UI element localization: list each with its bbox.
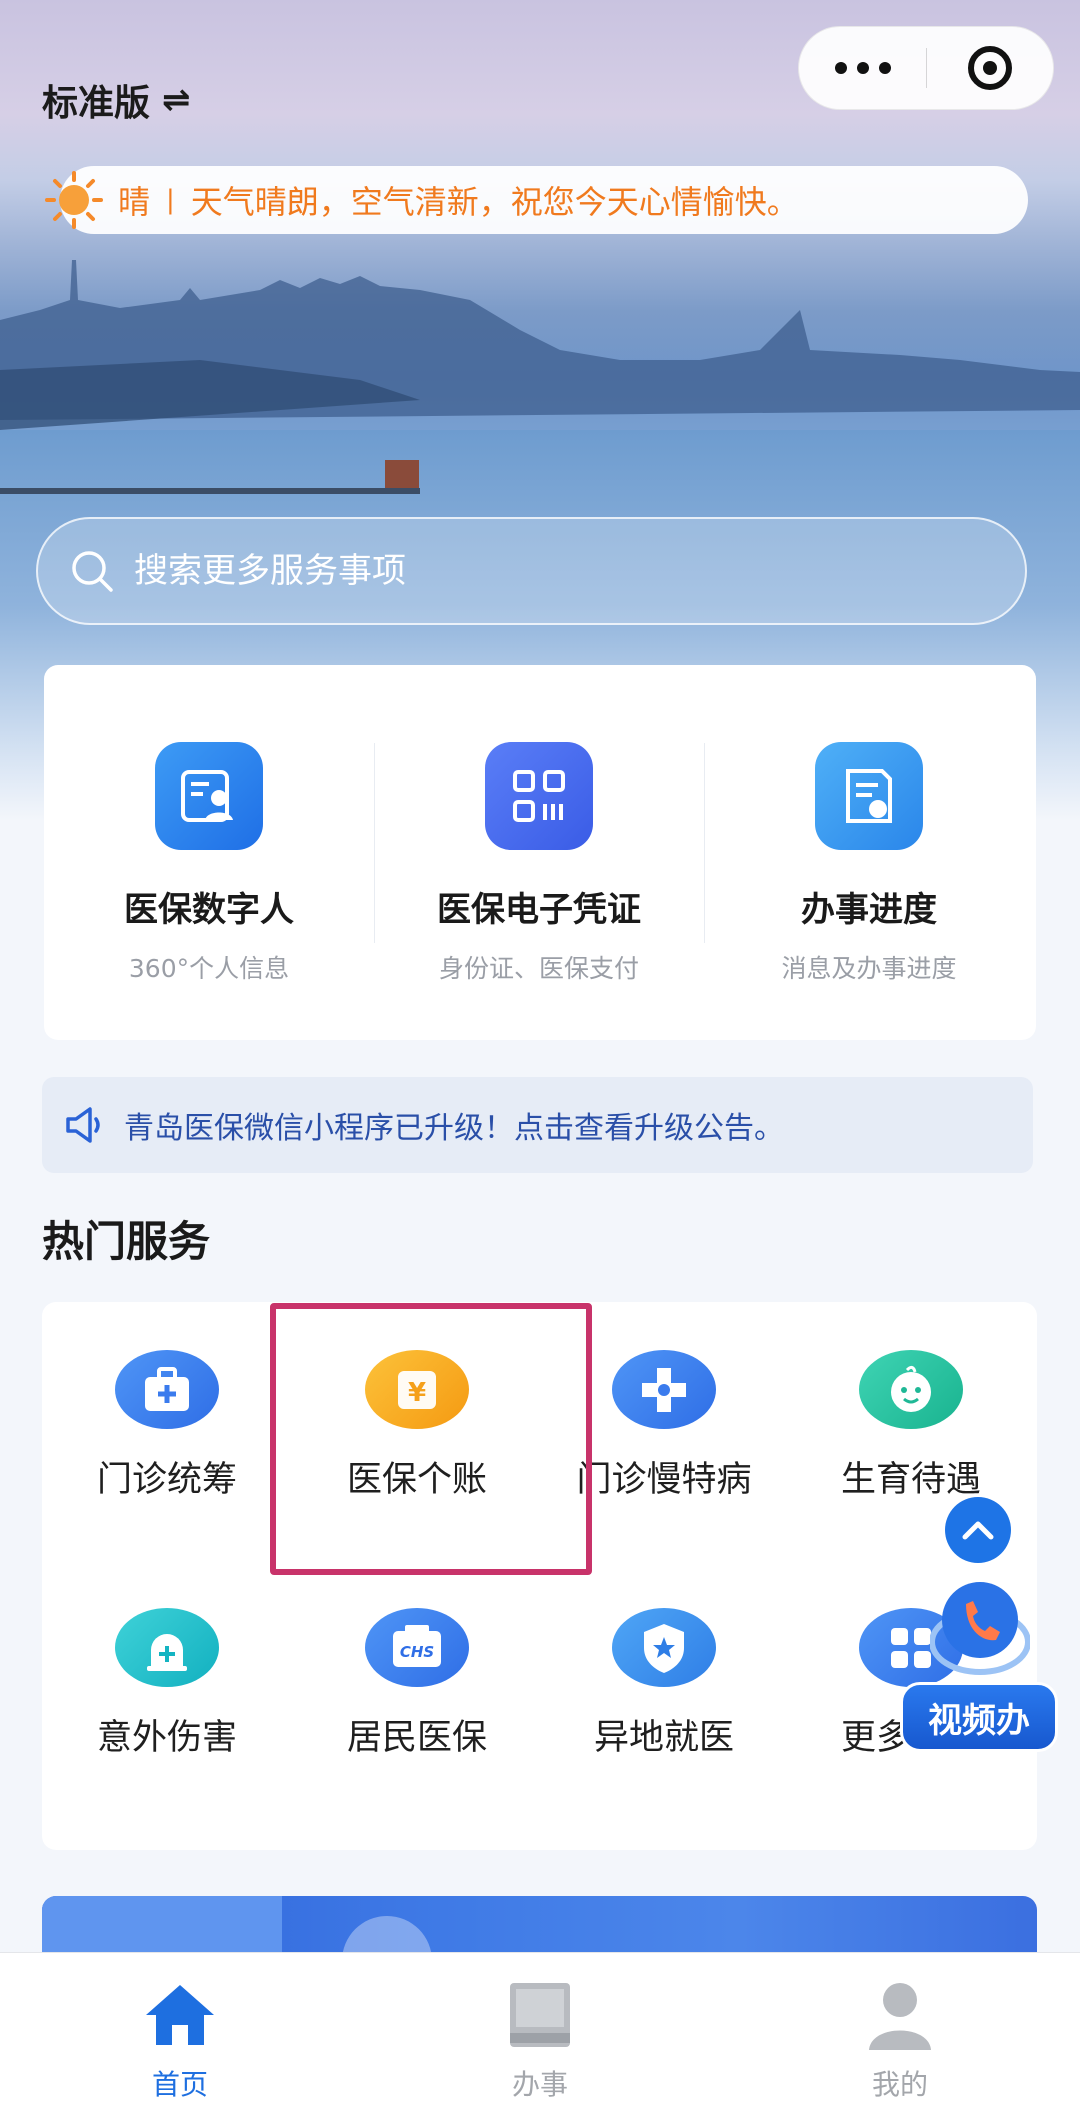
upgrade-notice[interactable]: 青岛医保微信小程序已升级！点击查看升级公告。	[42, 1077, 1033, 1173]
service-accident-injury[interactable]: 意外伤害	[42, 1560, 292, 1760]
highlight-frame	[270, 1303, 592, 1575]
bottom-tab-bar: 首页 办事 我的	[0, 1952, 1080, 2117]
alarm-plus-icon	[115, 1608, 219, 1687]
tab-affairs[interactable]: 办事	[360, 1953, 720, 2117]
service-label: 居民医保	[346, 1718, 487, 1758]
service-label: 门诊统筹	[96, 1460, 237, 1500]
service-maternity[interactable]: 生育待遇	[786, 1302, 1036, 1502]
service-resident-insurance[interactable]: CHS 居民医保	[292, 1560, 542, 1760]
weather-condition: 晴	[118, 183, 151, 221]
service-label: 意外伤害	[96, 1718, 237, 1758]
quick-services-card: 医保数字人 360°个人信息 医保电子凭证 身份证、医保支付 办事进度 消息及办…	[44, 665, 1036, 1040]
search-bar[interactable]	[36, 517, 1027, 625]
video-service-button[interactable]: 视频办	[900, 1570, 1058, 1760]
miniprogram-capsule	[798, 26, 1054, 110]
more-menu-button[interactable]	[799, 62, 926, 74]
service-label: 生育待遇	[840, 1460, 981, 1500]
service-label: 门诊慢特病	[576, 1460, 752, 1500]
tab-home[interactable]: 首页	[0, 1953, 360, 2117]
edition-switch[interactable]: 标准版 ⇌	[42, 74, 191, 126]
qr-code-icon	[485, 742, 593, 850]
scroll-top-button[interactable]	[945, 1497, 1011, 1563]
service-label: 异地就医	[593, 1718, 734, 1758]
home-icon	[140, 1975, 220, 2055]
quick-subtitle: 360°个人信息	[128, 954, 290, 983]
search-input[interactable]	[134, 551, 934, 591]
baby-face-icon	[859, 1350, 963, 1429]
edition-label: 标准版	[42, 83, 151, 124]
close-miniprogram-button[interactable]	[927, 46, 1053, 90]
quick-item-e-voucher[interactable]: 医保电子凭证 身份证、医保支付	[374, 665, 704, 1040]
tab-label: 办事	[511, 2068, 568, 2101]
quick-title: 医保数字人	[124, 890, 294, 930]
quick-title: 医保电子凭证	[437, 890, 641, 930]
video-service-label: 视频办	[900, 1682, 1058, 1752]
chs-card-icon: CHS	[365, 1608, 469, 1687]
speaker-icon	[66, 1107, 100, 1143]
weather-divider: |	[166, 185, 175, 215]
quick-item-digital-person[interactable]: 医保数字人 360°个人信息	[44, 665, 374, 1040]
search-icon	[72, 551, 113, 592]
quick-subtitle: 身份证、医保支付	[438, 954, 639, 983]
user-icon	[860, 1975, 940, 2055]
sun-icon	[45, 171, 103, 229]
phone-ring-icon	[930, 1582, 1030, 1675]
tab-mine[interactable]: 我的	[720, 1953, 1080, 2117]
book-icon	[500, 1975, 580, 2055]
svg-text:CHS: CHS	[400, 1643, 434, 1661]
hot-services-title: 热门服务	[42, 1217, 211, 1266]
more-dots-icon	[834, 62, 847, 74]
tab-label: 首页	[151, 2068, 208, 2101]
service-outpatient-pool[interactable]: 门诊统筹	[42, 1302, 292, 1502]
target-circle-icon	[967, 46, 1012, 90]
swap-icon: ⇌	[162, 80, 191, 120]
chevron-up-icon	[962, 1521, 994, 1540]
quick-item-progress[interactable]: 办事进度 消息及办事进度	[704, 665, 1034, 1040]
medical-kit-icon	[115, 1350, 219, 1429]
city-skyline-image	[0, 260, 1080, 494]
quick-subtitle: 消息及办事进度	[781, 954, 957, 983]
tab-label: 我的	[871, 2068, 928, 2101]
shield-star-icon	[612, 1608, 716, 1687]
profile-card-icon	[155, 742, 263, 850]
weather-message: 天气晴朗，空气清新，祝您今天心情愉快。	[190, 183, 799, 221]
service-remote-medical[interactable]: 异地就医	[539, 1560, 789, 1760]
progress-doc-icon	[815, 742, 923, 850]
notice-text: 青岛医保微信小程序已升级！点击查看升级公告。	[124, 1111, 784, 1146]
quick-title: 办事进度	[801, 890, 937, 930]
weather-bar: 晴 | 天气晴朗，空气清新，祝您今天心情愉快。	[60, 166, 1028, 234]
medical-cross-icon	[612, 1350, 716, 1429]
